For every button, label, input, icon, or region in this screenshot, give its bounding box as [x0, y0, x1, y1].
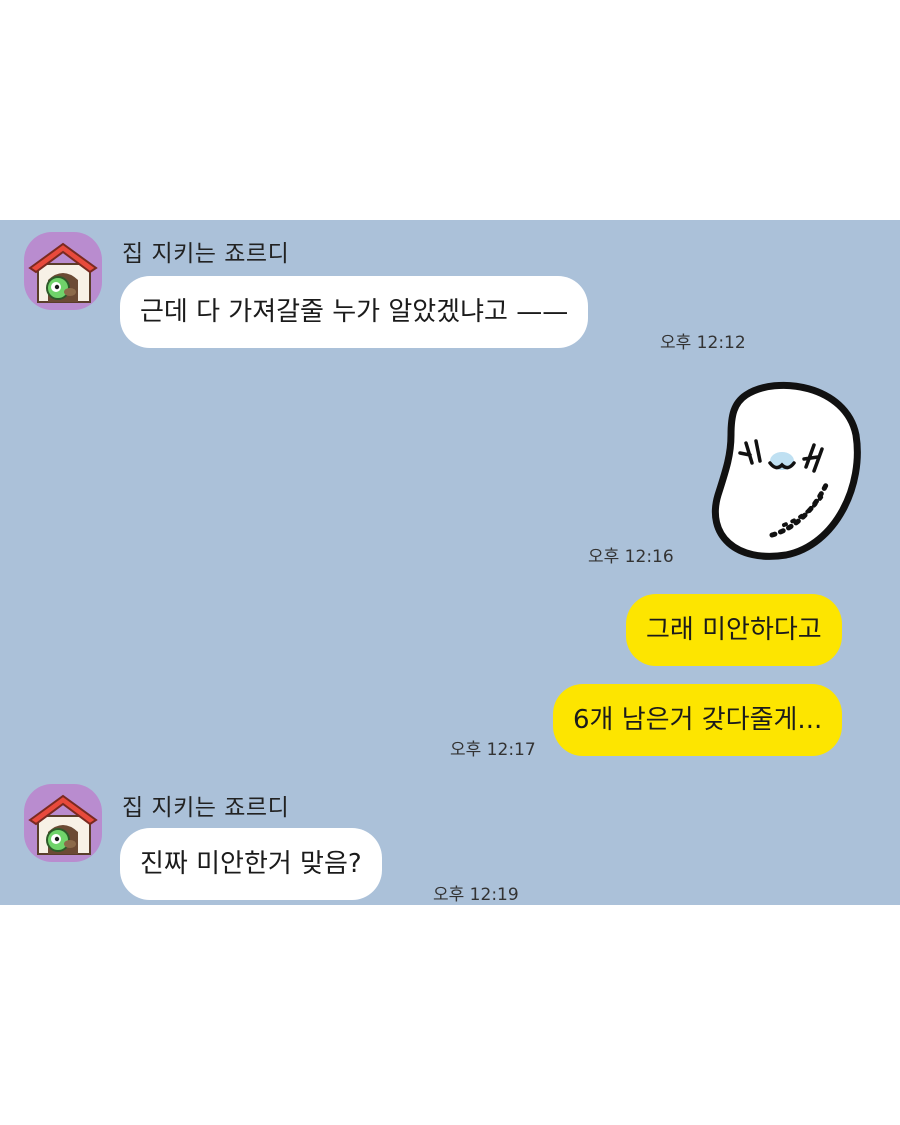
message-text: 그래 미안하다고: [646, 615, 822, 645]
message-timestamp: 오후 12:19: [433, 885, 519, 905]
sender-name: 집 지키는 죠르디: [122, 795, 290, 821]
message-text: 6개 남은거 갖다줄게...: [573, 705, 823, 735]
doghouse-avatar-icon[interactable]: [24, 784, 102, 862]
sender-name: 집 지키는 죠르디: [122, 241, 290, 267]
white-blob-sticker-icon[interactable]: [706, 375, 866, 565]
chat-area: 집 지키는 죠르디 근데 다 가져갈줄 누가 알았겠냐고 —— 오후 12:12…: [0, 220, 900, 905]
message-text: 근데 다 가져갈줄 누가 알았겠냐고 ——: [140, 297, 569, 327]
message-bubble-incoming[interactable]: 근데 다 가져갈줄 누가 알았겠냐고 ——: [120, 276, 589, 348]
message-bubble-outgoing[interactable]: 6개 남은거 갖다줄게...: [553, 684, 843, 756]
message-text: 진짜 미안한거 맞음?: [140, 849, 362, 879]
message-bubble-incoming[interactable]: 진짜 미안한거 맞음?: [120, 828, 382, 900]
doghouse-avatar-icon[interactable]: [24, 232, 102, 310]
message-bubble-outgoing[interactable]: 그래 미안하다고: [626, 594, 842, 666]
message-timestamp: 오후 12:17: [450, 740, 536, 760]
message-timestamp: 오후 12:12: [660, 333, 746, 353]
message-timestamp: 오후 12:16: [588, 547, 674, 567]
